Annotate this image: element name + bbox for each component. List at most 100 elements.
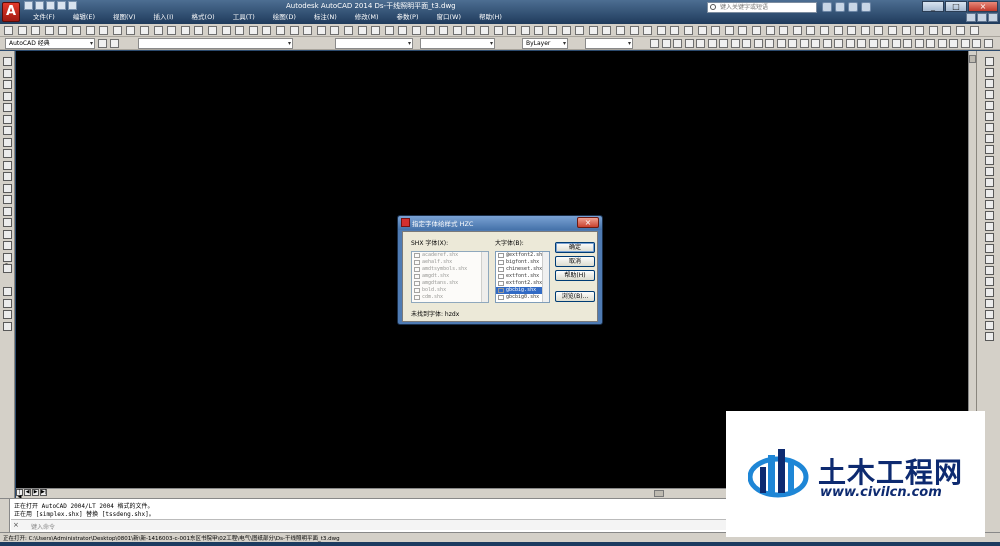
- toolbar-button-icon[interactable]: [742, 39, 751, 48]
- lineweight-select[interactable]: ByLayer: [522, 38, 568, 49]
- toolbar-button-icon[interactable]: [928, 26, 938, 35]
- toolbar-button-icon[interactable]: [874, 26, 884, 35]
- help-button[interactable]: 帮助(H): [555, 270, 595, 281]
- menu-window[interactable]: 窗口(W): [427, 12, 470, 23]
- save-icon[interactable]: [46, 1, 55, 10]
- menu-modify[interactable]: 修改(M): [346, 12, 388, 23]
- toolbar-button-icon[interactable]: [779, 26, 789, 35]
- draw-tool-icon[interactable]: [3, 195, 12, 204]
- toolbar-button-icon[interactable]: [221, 26, 231, 35]
- toolbar-button-icon[interactable]: [425, 26, 435, 35]
- workspace-settings-icon[interactable]: [98, 39, 107, 48]
- list-item[interactable]: amgdt.shx: [412, 273, 488, 280]
- toolbar-button-icon[interactable]: [520, 26, 530, 35]
- modify-tool-icon[interactable]: [985, 277, 994, 286]
- list-item[interactable]: bold.shx: [412, 287, 488, 294]
- toolbar-button-icon[interactable]: [276, 26, 285, 35]
- toolbar-button-icon[interactable]: [868, 39, 878, 48]
- toolbar-button-icon[interactable]: [384, 26, 394, 35]
- color-select[interactable]: [335, 38, 413, 49]
- toolbar-button-icon[interactable]: [507, 26, 517, 35]
- toolbar-button-icon[interactable]: [960, 39, 970, 48]
- help-icon[interactable]: [861, 2, 871, 12]
- draw-tool-icon[interactable]: [3, 218, 12, 227]
- toolbar-button-icon[interactable]: [983, 39, 993, 48]
- toolbar-button-icon[interactable]: [847, 26, 857, 35]
- toolbar-button-icon[interactable]: [697, 26, 707, 35]
- next-tab-icon[interactable]: ▶: [32, 489, 39, 496]
- search-input[interactable]: 键入关键字或短语: [707, 2, 817, 13]
- search-help-icon[interactable]: [822, 2, 832, 12]
- draw-tool-icon[interactable]: [3, 137, 12, 147]
- modify-tool-icon[interactable]: [985, 178, 994, 187]
- dialog-close-button[interactable]: ×: [577, 217, 599, 228]
- draw-tool-icon[interactable]: [3, 91, 12, 101]
- toolbar-button-icon[interactable]: [167, 26, 177, 35]
- toolbar-button-icon[interactable]: [860, 26, 870, 35]
- toolbar-button-icon[interactable]: [439, 26, 449, 35]
- toolbar-button-icon[interactable]: [684, 39, 694, 48]
- autocad-logo-icon[interactable]: A: [2, 2, 20, 22]
- toolbar-button-icon[interactable]: [17, 26, 27, 35]
- modify-tool-icon[interactable]: [985, 200, 994, 209]
- toolbar-button-icon[interactable]: [303, 26, 313, 35]
- toolbar-button-icon[interactable]: [72, 26, 81, 35]
- toolbar-button-icon[interactable]: [752, 26, 761, 35]
- toolbar-button-icon[interactable]: [548, 26, 557, 35]
- toolbar-button-icon[interactable]: [915, 26, 925, 35]
- toolbar-button-icon[interactable]: [926, 39, 935, 48]
- toolbar-button-icon[interactable]: [330, 26, 340, 35]
- toolbar-button-icon[interactable]: [956, 26, 965, 35]
- draw-tool-icon[interactable]: [3, 206, 12, 216]
- undo-icon[interactable]: [57, 1, 66, 10]
- draw-tool-icon[interactable]: [3, 172, 12, 181]
- toolbar-button-icon[interactable]: [85, 26, 95, 35]
- toolbar-button-icon[interactable]: [880, 39, 889, 48]
- draw-tool-icon[interactable]: [3, 80, 12, 89]
- draw-tool-icon[interactable]: [3, 126, 12, 135]
- toolbar-button-icon[interactable]: [58, 26, 68, 35]
- linetype-select[interactable]: [420, 38, 495, 49]
- toolbar-button-icon[interactable]: [235, 26, 245, 35]
- toolbar-button-icon[interactable]: [262, 26, 272, 35]
- toolbar-button-icon[interactable]: [140, 26, 149, 35]
- maximize-button[interactable]: □: [945, 1, 967, 12]
- toolbar-button-icon[interactable]: [493, 26, 503, 35]
- modify-tool-icon[interactable]: [985, 112, 994, 121]
- modify-tool-icon[interactable]: [985, 189, 994, 198]
- workspace-select[interactable]: AutoCAD 经典: [5, 38, 95, 49]
- menu-parameters[interactable]: 参数(P): [387, 12, 427, 23]
- toolbar-button-icon[interactable]: [534, 26, 544, 35]
- toolbar-button-icon[interactable]: [398, 26, 408, 35]
- draw-tool-icon[interactable]: [3, 160, 12, 170]
- user-icon[interactable]: [835, 2, 845, 12]
- modify-tool-icon[interactable]: [985, 167, 994, 176]
- toolbar-button-icon[interactable]: [724, 26, 734, 35]
- dialog-titlebar[interactable]: 指定字体给样式 HZC ×: [398, 216, 602, 230]
- toolbar-button-icon[interactable]: [4, 26, 13, 35]
- modify-tool-icon[interactable]: [985, 68, 994, 77]
- modify-tool-icon[interactable]: [985, 134, 994, 143]
- draw-tool-icon[interactable]: [3, 57, 12, 66]
- menu-draw[interactable]: 绘图(D): [264, 12, 305, 23]
- menu-help[interactable]: 帮助(H): [470, 12, 511, 23]
- menu-format[interactable]: 格式(O): [183, 12, 224, 23]
- toolbar-button-icon[interactable]: [799, 39, 809, 48]
- modify-tool-icon[interactable]: [985, 123, 994, 132]
- shx-font-list[interactable]: acaderef.shx aehalf.shx amdtsymbols.shx …: [411, 251, 489, 303]
- draw-tool-icon[interactable]: [3, 149, 12, 158]
- toolbar-button-icon[interactable]: [711, 26, 721, 35]
- menu-view[interactable]: 视图(V): [104, 12, 145, 23]
- draw-tool-icon[interactable]: [3, 287, 12, 296]
- toolbar-button-icon[interactable]: [661, 39, 671, 48]
- modify-tool-icon[interactable]: [985, 244, 994, 253]
- toolbar-button-icon[interactable]: [99, 26, 109, 35]
- ok-button[interactable]: 确定: [555, 242, 595, 253]
- modify-tool-icon[interactable]: [985, 222, 994, 231]
- toolbar-button-icon[interactable]: [575, 26, 585, 35]
- toolbar-button-icon[interactable]: [719, 39, 728, 48]
- modify-tool-icon[interactable]: [985, 57, 994, 66]
- toolbar-button-icon[interactable]: [696, 39, 705, 48]
- toolbar-button-icon[interactable]: [730, 39, 740, 48]
- toolbar-button-icon[interactable]: [180, 26, 190, 35]
